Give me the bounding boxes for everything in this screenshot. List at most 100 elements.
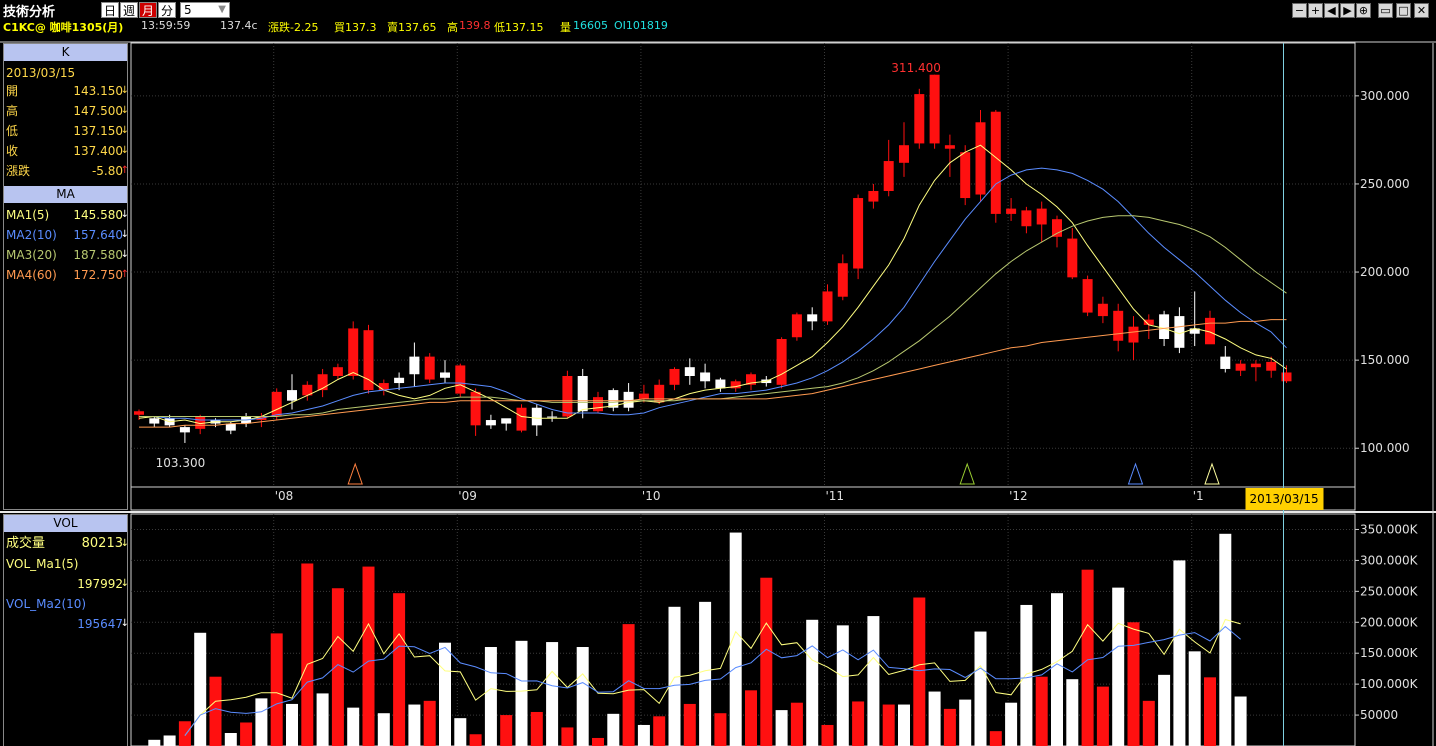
volume-bar [821,724,834,746]
volume-bar [1234,696,1247,746]
ma-line [138,144,1287,425]
volume-bar [408,704,421,746]
candle-body [332,367,343,376]
volume-bar [393,593,406,746]
candle-body [791,314,802,338]
candle-body [547,416,558,418]
volume-y-tick-label: 350.000K [1360,522,1419,536]
candle-body [715,379,726,389]
volume-bar [439,642,451,746]
candle-body [1067,238,1078,278]
volume-bar [1158,674,1171,746]
volume-bar [423,700,436,746]
volume-bar [270,633,283,746]
volume-bar [852,701,865,746]
volume-bar [148,739,161,746]
candle-body [1097,303,1108,317]
candle-body [317,374,328,391]
candle-body [853,198,864,269]
candle-body [868,191,879,202]
volume-bar [194,632,207,746]
volume-bar [637,724,650,746]
volume-bar [1173,560,1186,746]
candle-body [960,152,971,199]
candle-body [1082,279,1093,313]
candle-body [1006,208,1017,214]
x-tick-label: '10 [642,489,661,503]
candle-body [378,383,389,391]
candle-body [944,145,955,149]
candle-body [593,397,603,412]
volume-y-tick-label: 100.000K [1360,677,1419,691]
volume-bar [1096,686,1109,746]
candle-body [394,377,405,384]
volume-bar [836,625,849,746]
candle-body [654,384,665,403]
volume-bar [943,708,956,746]
volume-bar [714,713,727,746]
candle-body [348,328,359,376]
x-tick-label: '12 [1009,489,1028,503]
volume-bar [1112,587,1125,746]
candle-body [440,372,450,378]
volume-bar [867,616,880,746]
volume-frame-border [130,513,1356,746]
volume-bar [1081,569,1094,746]
y-tick-label: 100.000 [1360,441,1410,455]
volume-bar [622,624,635,746]
chart-area[interactable]: 100.000 150.000 200.000 250.000 300.000 '08 '0… [0,0,1436,746]
volume-bar [1005,702,1018,746]
volume-bar [745,690,757,746]
volume-bar [224,733,237,746]
candle-body [363,330,374,391]
signal-triangle-icon [1127,462,1144,485]
volume-bar [576,647,589,746]
x-tick-label: '09 [458,489,477,503]
candle-body [562,376,573,417]
volume-bar [469,734,482,746]
volume-y-tick-label: 200.000K [1360,615,1419,629]
volume-bar [546,642,559,746]
volume-bar [286,703,298,746]
y-tick-label: 200.000 [1360,265,1410,279]
signal-triangle-icon [959,462,975,485]
max-price-label: 311.400 [891,61,941,75]
candle-body [1220,356,1231,369]
candle-body [1113,310,1124,341]
volume-bar [1204,677,1216,746]
volume-bar [607,713,620,746]
volume-bar [1020,604,1033,746]
volume-bar [882,704,895,746]
y-tick-label: 300.000 [1360,89,1410,103]
volume-bar [898,704,910,746]
volume-bar [255,698,268,746]
volume-bar [790,702,803,746]
volume-bar [928,691,941,746]
volume-y-tick-label: 150.000K [1360,646,1419,660]
candle-body [225,423,236,431]
volume-bar [1219,533,1232,746]
y-tick-label: 250.000 [1360,177,1410,191]
min-price-label: 103.300 [156,456,206,470]
volume-bar [178,721,191,746]
volume-bar [989,731,1002,746]
volume-bar [500,715,513,746]
volume-bar [592,737,604,746]
volume-bar [775,710,788,746]
candle-body [1250,363,1261,368]
candle-body [837,263,848,297]
volume-y-tick-label: 300.000K [1360,553,1419,567]
candle-body [638,393,649,399]
volume-bar [163,735,176,746]
cursor-date-label: 2013/03/15 [1250,492,1319,506]
candle-body [516,407,527,431]
volume-bar [484,647,497,746]
volume-bar [377,713,390,746]
volume-bar [913,597,926,746]
candle-body [700,372,711,382]
candle-body [485,420,496,426]
candle-body [776,339,787,385]
volume-bar [301,563,314,746]
candle-body [822,291,833,322]
volume-bar [362,566,375,746]
